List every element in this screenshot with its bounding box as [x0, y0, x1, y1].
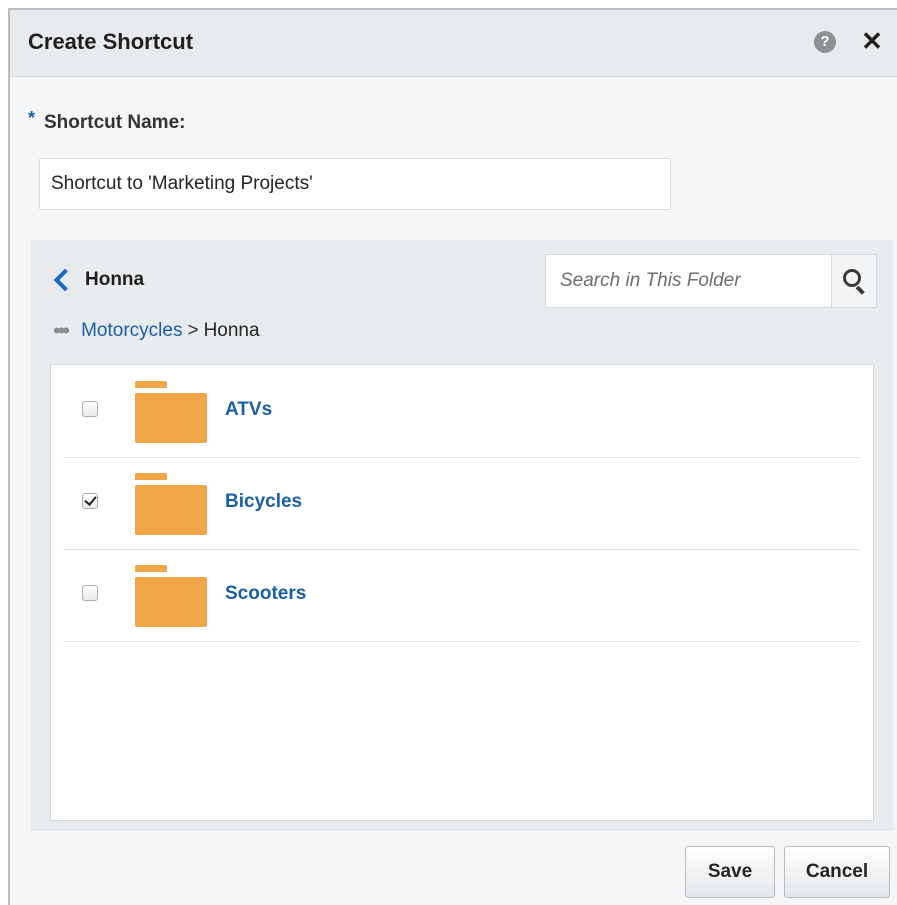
folder-icon: [135, 381, 207, 443]
folder-browser: Honna ••• Motorcycles > Honna ATVs: [31, 240, 893, 831]
help-icon[interactable]: ?: [814, 31, 836, 53]
folder-link-scooters[interactable]: Scooters: [225, 583, 306, 605]
breadcrumb-link-motorcycles[interactable]: Motorcycles: [81, 320, 182, 342]
list-item: Bicycles: [63, 457, 860, 550]
more-ellipsis-icon[interactable]: •••: [53, 320, 70, 342]
item-checkbox[interactable]: [82, 585, 98, 601]
breadcrumb-current: Honna: [203, 320, 260, 341]
current-folder-name: Honna: [85, 269, 145, 290]
chevron-left-icon: [53, 268, 77, 292]
folder-icon: [135, 473, 207, 535]
shortcut-name-input[interactable]: [39, 158, 671, 210]
close-icon[interactable]: ✕: [858, 26, 886, 56]
required-marker: *: [28, 108, 36, 128]
item-checkbox[interactable]: [82, 493, 98, 509]
search-input[interactable]: [546, 255, 831, 307]
list-item: ATVs: [63, 365, 860, 458]
item-checkbox[interactable]: [82, 401, 98, 417]
save-button[interactable]: Save: [685, 846, 775, 898]
breadcrumb: ••• Motorcycles > Honna: [53, 320, 260, 342]
folder-list: ATVs Bicycles Scooters: [50, 364, 874, 821]
list-item: Scooters: [63, 549, 860, 642]
search-icon: [843, 269, 861, 287]
breadcrumb-separator: >: [187, 320, 199, 341]
folder-search: [545, 254, 877, 308]
folder-icon: [135, 565, 207, 627]
folder-link-atvs[interactable]: ATVs: [225, 399, 272, 421]
create-shortcut-dialog: Create Shortcut ? ✕ * Shortcut Name: Hon…: [8, 8, 897, 905]
cancel-button[interactable]: Cancel: [784, 846, 890, 898]
folder-link-bicycles[interactable]: Bicycles: [225, 491, 302, 513]
dialog-title: Create Shortcut: [28, 29, 194, 54]
search-button[interactable]: [831, 255, 876, 307]
shortcut-name-label: Shortcut Name:: [44, 112, 186, 133]
dialog-header: Create Shortcut ? ✕: [10, 10, 897, 77]
back-button[interactable]: Honna: [52, 265, 144, 295]
